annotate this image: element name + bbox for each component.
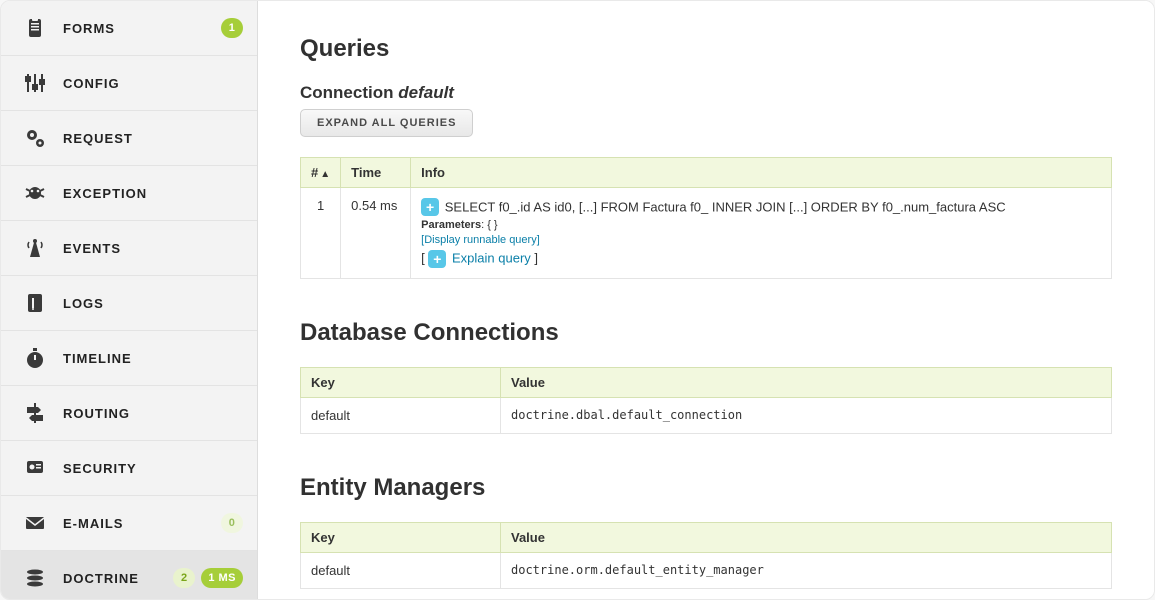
badge: 1 MS — [201, 568, 243, 588]
sidebar-item-label: EVENTS — [63, 241, 243, 256]
gears-icon — [19, 125, 51, 151]
connection-heading: Connection default — [300, 83, 1112, 103]
sign-icon — [19, 400, 51, 426]
expand-query-icon[interactable]: + — [421, 198, 439, 216]
sidebar: FORMS1 CONFIG REQUEST EXCEPTION EVENTS LOGS TI… — [1, 1, 258, 599]
query-index: 1 — [301, 188, 341, 279]
dbconn-value-header: Value — [501, 368, 1112, 398]
app-root: FORMS1CONFIGREQUESTEXCEPTIONEVENTSLOGSTI… — [0, 0, 1155, 600]
expand-all-button[interactable]: EXPAND ALL QUERIES — [300, 109, 473, 137]
sidebar-item-routing[interactable]: ROUTING — [1, 386, 257, 441]
sidebar-item-events[interactable]: EVENTS — [1, 221, 257, 276]
params-value: { } — [487, 219, 497, 231]
sidebar-item-forms[interactable]: FORMS1 — [1, 1, 257, 56]
sidebar-item-label: E-MAILS — [63, 516, 221, 531]
badge: 2 — [173, 568, 195, 588]
em-key: default — [301, 553, 501, 589]
sidebar-item-label: SECURITY — [63, 461, 243, 476]
em-value-header: Value — [501, 523, 1112, 553]
sidebar-item-request[interactable]: REQUEST — [1, 111, 257, 166]
em-value: doctrine.orm.default_entity_manager — [501, 553, 1112, 589]
sidebar-item-doctrine[interactable]: DOCTRINE2 1 MS — [1, 551, 257, 600]
explain-query-link[interactable]: Explain query — [452, 250, 531, 265]
sidebar-item-label: FORMS — [63, 21, 221, 36]
badge-icon — [19, 455, 51, 481]
badge: 1 — [221, 18, 243, 38]
display-runnable-link[interactable]: [Display runnable query] — [421, 234, 540, 246]
sidebar-item-badges: 0 — [221, 513, 243, 533]
stack-icon — [19, 565, 51, 591]
queries-heading: Queries — [300, 35, 1112, 63]
sidebar-item-exception[interactable]: EXCEPTION — [1, 166, 257, 221]
explain-expand-icon[interactable]: + — [428, 250, 446, 268]
sidebar-item-label: DOCTRINE — [63, 571, 173, 586]
query-params: Parameters: { } — [421, 219, 1101, 231]
query-sql: SELECT f0_.id AS id0, [...] FROM Factura… — [445, 200, 1006, 215]
sidebar-item-e-mails[interactable]: E-MAILS0 — [1, 496, 257, 551]
sidebar-item-label: REQUEST — [63, 131, 243, 146]
stopwatch-icon — [19, 345, 51, 371]
sidebar-item-label: LOGS — [63, 296, 243, 311]
explain-row: [ + Explain query ] — [421, 250, 1101, 268]
col-info-header[interactable]: Info — [411, 158, 1112, 188]
connection-label: Connection — [300, 83, 394, 102]
query-time: 0.54 ms — [341, 188, 411, 279]
sidebar-item-logs[interactable]: LOGS — [1, 276, 257, 331]
sidebar-item-config[interactable]: CONFIG — [1, 56, 257, 111]
entity-managers-table: Key Value default doctrine.orm.default_e… — [300, 522, 1112, 589]
antenna-icon — [19, 235, 51, 261]
sidebar-item-label: CONFIG — [63, 76, 243, 91]
dbconn-key-header: Key — [301, 368, 501, 398]
db-connections-heading: Database Connections — [300, 319, 1112, 347]
sliders-icon — [19, 70, 51, 96]
file-icon — [19, 290, 51, 316]
col-time-header[interactable]: Time — [341, 158, 411, 188]
col-num-header[interactable]: # — [301, 158, 341, 188]
sidebar-item-label: ROUTING — [63, 406, 243, 421]
sidebar-item-badges: 2 1 MS — [173, 568, 243, 588]
sidebar-item-security[interactable]: SECURITY — [1, 441, 257, 496]
badge: 0 — [221, 513, 243, 533]
sidebar-item-label: TIMELINE — [63, 351, 243, 366]
main-panel: Queries Connection default EXPAND ALL QU… — [258, 1, 1154, 599]
params-label: Parameters — [421, 219, 481, 231]
dbconn-value: doctrine.dbal.default_connection — [501, 398, 1112, 434]
sidebar-item-label: EXCEPTION — [63, 186, 243, 201]
query-row: 1 0.54 ms + SELECT f0_.id AS id0, [...] … — [301, 188, 1112, 279]
table-row: default doctrine.dbal.default_connection — [301, 398, 1112, 434]
bug-icon — [19, 180, 51, 206]
table-row: default doctrine.orm.default_entity_mana… — [301, 553, 1112, 589]
sidebar-item-badges: 1 — [221, 18, 243, 38]
connection-name: default — [398, 83, 454, 102]
query-info-cell: + SELECT f0_.id AS id0, [...] FROM Factu… — [411, 188, 1112, 279]
clipboard-icon — [19, 15, 51, 41]
entity-managers-heading: Entity Managers — [300, 474, 1112, 502]
queries-table: # Time Info 1 0.54 ms + SELECT f0_.id AS… — [300, 157, 1112, 279]
em-key-header: Key — [301, 523, 501, 553]
sidebar-item-timeline[interactable]: TIMELINE — [1, 331, 257, 386]
envelope-icon — [19, 510, 51, 536]
dbconn-key: default — [301, 398, 501, 434]
display-runnable-row: [Display runnable query] — [421, 234, 1101, 246]
db-connections-table: Key Value default doctrine.dbal.default_… — [300, 367, 1112, 434]
